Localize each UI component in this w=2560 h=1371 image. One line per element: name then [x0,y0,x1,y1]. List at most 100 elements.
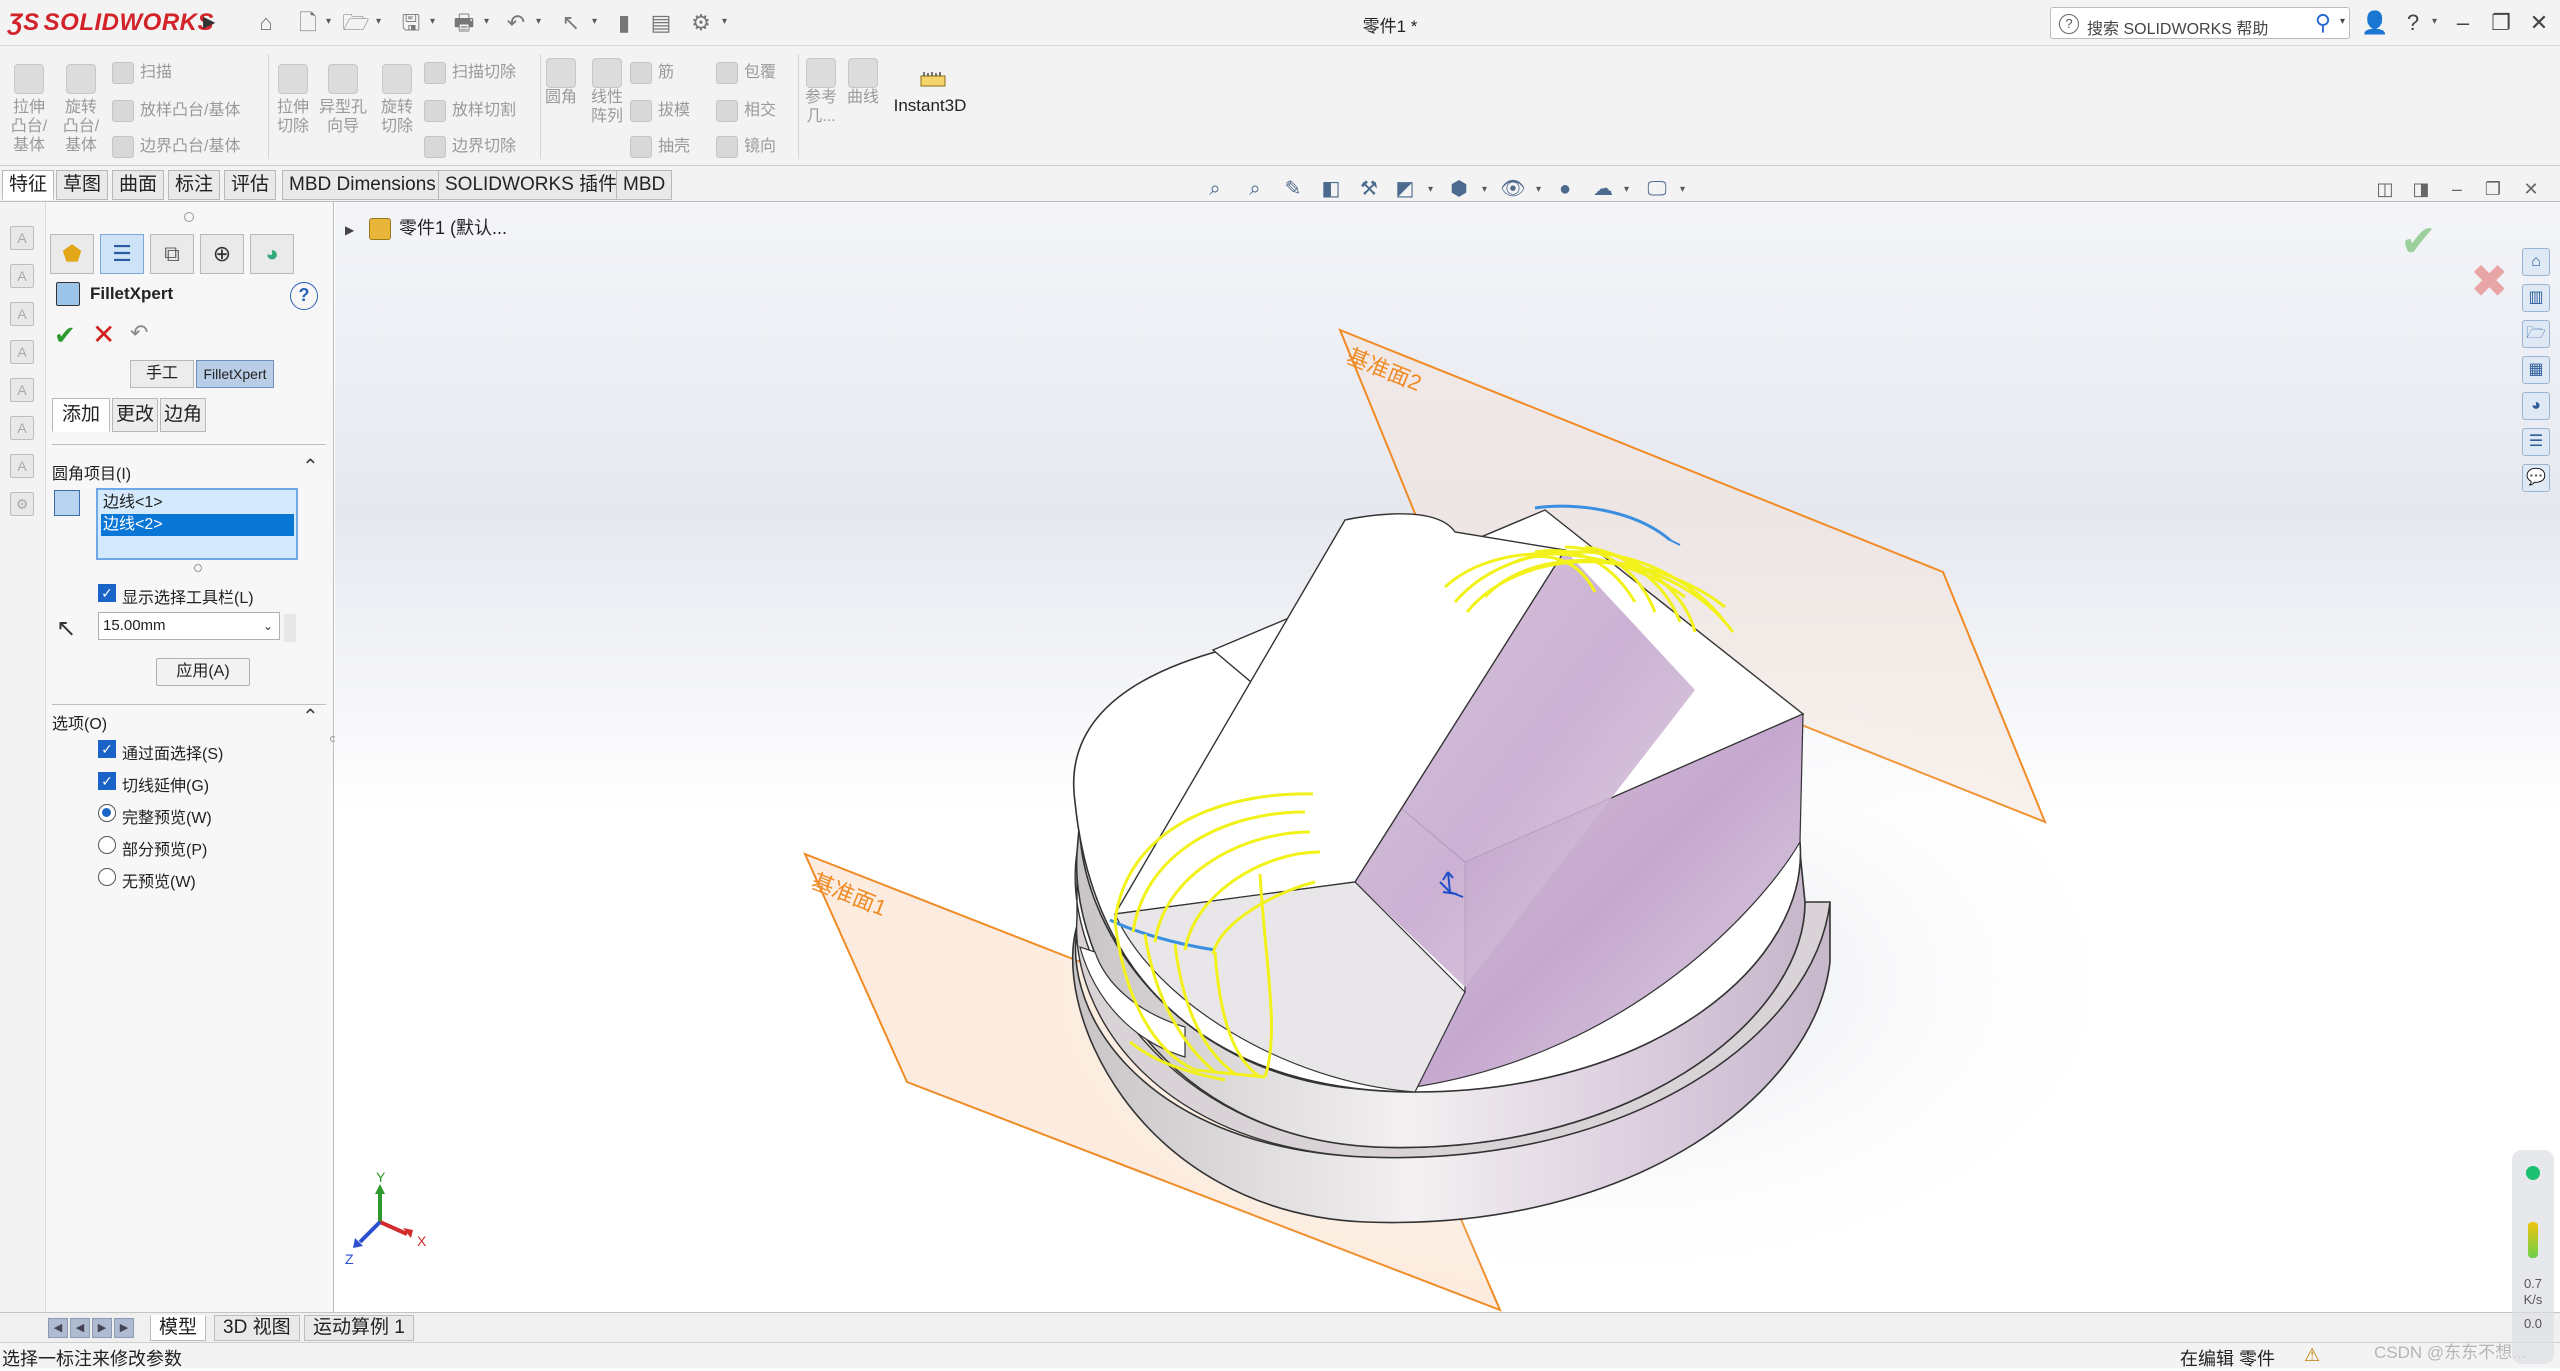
extrude-boss-icon[interactable] [14,64,44,94]
prev-tab-icon[interactable]: ◀ [70,1318,90,1338]
rebuild-warning-icon[interactable]: ⚠ [2304,1345,2320,1366]
tab-surfaces[interactable]: 曲面 [112,170,165,200]
graphics-area[interactable]: ▶ 零件1 (默认... 基准面1 基准面2 Y X Z [335,202,2560,1312]
linear-pattern-label[interactable]: 线性 阵列 [584,88,630,126]
tab-mbd[interactable]: MBD [616,170,673,200]
tangent-propagation-checkbox[interactable]: ✓ [98,772,116,790]
doc-close-icon[interactable]: ✕ [2518,176,2544,202]
apply-button[interactable]: 应用(A) [156,658,250,686]
fillet-items-list[interactable]: 边线<1> 边线<2> [96,488,298,560]
print-dropdown-icon[interactable]: ▾ [484,16,494,27]
section-view-icon[interactable]: ◧ [1316,176,1346,202]
hole-wizard-icon[interactable] [328,64,358,94]
configuration-manager-tab-icon[interactable]: ⧉ [150,234,194,274]
tile-view-icon[interactable]: ◨ [2408,176,2434,202]
dimxpert-manager-tab-icon[interactable]: ⊕ [200,234,244,274]
first-tab-icon[interactable]: ◀ [48,1318,68,1338]
hide-show-dropdown-icon[interactable]: ▾ [1536,184,1541,195]
help-icon[interactable]: ? [290,282,318,310]
open-icon[interactable]: 🗁 [340,8,372,38]
surface-finish-icon[interactable]: A [10,302,34,326]
tab-3d-views[interactable]: 3D 视图 [214,1315,300,1341]
confirm-cancel-icon[interactable]: ✖ [2470,254,2509,308]
file-properties-icon[interactable]: ▤ [645,8,677,38]
boundary-boss-button[interactable]: 边界凸台/基体 [112,132,240,158]
help-dropdown-icon[interactable]: ▾ [2432,16,2442,27]
full-preview-radio[interactable] [98,804,116,822]
note-icon[interactable]: A [10,226,34,250]
help-icon[interactable]: ? [2398,8,2428,38]
previous-view-icon[interactable]: ✎ [1278,176,1308,202]
instant3d-icon[interactable] [918,64,948,94]
save-icon[interactable]: 🖫 [395,8,427,38]
new-dropdown-icon[interactable]: ▾ [326,16,336,27]
minimize-icon[interactable]: – [2448,8,2478,38]
list-item[interactable]: 边线<2> [101,514,294,536]
extrude-cut-icon[interactable] [278,64,308,94]
loft-boss-button[interactable]: 放样凸台/基体 [112,96,240,122]
open-dropdown-icon[interactable]: ▾ [376,16,386,27]
extrude-boss-label[interactable]: 拉伸 凸台/ 基体 [6,98,52,155]
revolve-cut-icon[interactable] [382,64,412,94]
tab-corner[interactable]: 边角 [160,398,206,432]
select-icon[interactable]: ↖ [555,8,587,38]
ok-check-icon[interactable]: ✔ [54,320,76,351]
select-dropdown-icon[interactable]: ▾ [592,16,602,27]
model-viewport[interactable]: 基准面1 基准面2 Y X Z [335,202,2560,1312]
print-icon[interactable]: 🖶 [448,8,480,38]
manual-mode-button[interactable]: 手工 [130,360,194,388]
shell-button[interactable]: 抽壳 [630,132,690,158]
options-gear-icon[interactable]: ⚙ [685,8,717,38]
collapse-chevron-icon[interactable]: ⌃ [302,454,319,479]
panel-grip-icon[interactable] [184,212,194,222]
mirror-button[interactable]: 镜向 [716,132,776,158]
datum-feature-icon[interactable]: A [10,378,34,402]
instant3d-label[interactable]: Instant3D [890,96,970,116]
list-resize-grip-icon[interactable] [194,564,202,572]
hole-wizard-label[interactable]: 异型孔 向导 [316,98,370,136]
undo-icon[interactable]: ↶ [500,8,532,38]
user-icon[interactable]: 👤 [2360,8,2390,38]
reference-geometry-label[interactable]: 参考 几... [798,88,844,126]
zoom-to-area-icon[interactable]: ⌕ [1240,176,1270,202]
revolve-cut-label[interactable]: 旋转 切除 [374,98,420,136]
intersect-button[interactable]: 相交 [716,96,776,122]
undo-icon[interactable]: ↶ [130,320,148,346]
reference-geometry-icon[interactable] [806,58,836,88]
fillet-icon[interactable] [546,58,576,88]
doc-restore-icon[interactable]: ❐ [2480,176,2506,202]
linear-pattern-icon[interactable] [592,58,622,88]
help-search-box[interactable]: ? 搜索 SOLIDWORKS 帮助 ⚲ ▾ [2050,7,2350,39]
rib-button[interactable]: 筋 [630,58,674,84]
feature-manager-tab-icon[interactable]: ⬟ [50,234,94,274]
dynamic-annotation-icon[interactable]: ⚒ [1354,176,1384,202]
loft-cut-button[interactable]: 放样切割 [424,96,516,122]
view-palette-icon[interactable]: ▦ [2522,356,2550,384]
no-preview-radio[interactable] [98,868,116,886]
tab-motion-study[interactable]: 运动算例 1 [304,1315,414,1341]
boundary-cut-button[interactable]: 边界切除 [424,132,516,158]
last-tab-icon[interactable]: ▶ [114,1318,134,1338]
geometric-tolerance-icon[interactable]: A [10,454,34,478]
edit-appearance-icon[interactable]: ● [1550,176,1580,202]
wrap-button[interactable]: 包覆 [716,58,776,84]
partial-preview-radio[interactable] [98,836,116,854]
view-orientation-dropdown-icon[interactable]: ▾ [1428,184,1433,195]
tab-mbd-dimensions[interactable]: MBD Dimensions [282,170,443,200]
extrude-cut-label[interactable]: 拉伸 切除 [270,98,316,136]
custom-properties-icon[interactable]: ☰ [2522,428,2550,456]
display-style-dropdown-icon[interactable]: ▾ [1482,184,1487,195]
draft-button[interactable]: 拔模 [630,96,690,122]
split-view-icon[interactable]: ◫ [2372,176,2398,202]
apply-scene-dropdown-icon[interactable]: ▾ [1624,184,1629,195]
show-selection-toolbar-checkbox[interactable]: ✓ [98,584,116,602]
appearances-icon[interactable]: ◕ [2522,392,2550,420]
solidworks-resources-icon[interactable]: ⌂ [2522,248,2550,276]
collapse-chevron-icon[interactable]: ⌃ [302,704,319,729]
sweep-cut-button[interactable]: 扫描切除 [424,58,516,84]
sweep-button[interactable]: 扫描 [112,58,172,84]
display-manager-tab-icon[interactable]: ◕ [250,234,294,274]
select-through-faces-checkbox[interactable]: ✓ [98,740,116,758]
curves-label[interactable]: 曲线 [840,88,886,107]
forum-icon[interactable]: 💬 [2522,464,2550,492]
